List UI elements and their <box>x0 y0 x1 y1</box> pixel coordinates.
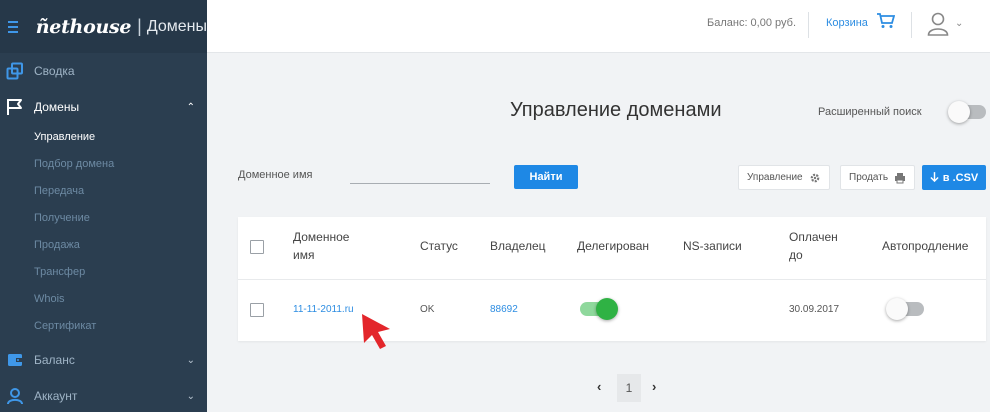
sidebar-item-account[interactable]: Аккаунт ⌄ <box>0 385 207 407</box>
sidebar-item-domains[interactable]: Домены ⌃ <box>0 96 207 118</box>
logo[interactable]: ñethouse <box>36 16 132 38</box>
domain-name-input[interactable] <box>350 164 490 184</box>
find-button[interactable]: Найти <box>514 165 578 189</box>
chevron-up-icon[interactable]: ⌃ <box>187 102 195 113</box>
column-header-paid-line2: до <box>789 248 803 262</box>
sidebar-item-label: Домены <box>34 100 80 114</box>
sidebar-subitem-receive[interactable]: Получение <box>34 212 90 224</box>
sell-button-label: Продать <box>849 172 889 183</box>
divider <box>808 12 809 38</box>
sidebar-subitem-domain-search[interactable]: Подбор домена <box>34 158 114 170</box>
divider <box>238 279 986 280</box>
advanced-search-label: Расширенный поиск <box>818 106 922 118</box>
sidebar-subitem-transfer[interactable]: Трансфер <box>34 266 85 278</box>
sidebar-subitem-manage[interactable]: Управление <box>34 131 95 143</box>
row-checkbox[interactable] <box>250 303 264 317</box>
chevron-down-icon[interactable]: ⌄ <box>187 391 195 402</box>
sidebar-item-label: Аккаунт <box>34 389 78 403</box>
sidebar-item-summary[interactable]: Сводка <box>0 60 207 82</box>
manage-button[interactable]: Управление <box>738 165 830 190</box>
column-header-status[interactable]: Статус <box>420 237 458 255</box>
sidebar-item-label: Баланс <box>34 353 75 367</box>
balance-text: Баланс: 0,00 руб. <box>707 17 796 29</box>
column-header-delegated[interactable]: Делегирован <box>577 237 649 255</box>
pagination-next[interactable]: › <box>652 379 656 394</box>
autorenew-toggle[interactable] <box>886 298 924 320</box>
user-avatar-icon[interactable] <box>927 12 949 36</box>
domain-link[interactable]: 11-11-2011.ru <box>293 304 354 315</box>
divider <box>911 12 912 38</box>
delegated-toggle[interactable] <box>580 298 618 320</box>
manage-button-label: Управление <box>747 172 803 183</box>
sidebar: ñethouse | Домены Сводка Домены ⌃ Управл… <box>0 0 207 412</box>
column-header-domain-line2: имя <box>293 248 315 262</box>
app-section-title: Домены <box>146 17 207 35</box>
domain-name-label: Доменное имя <box>238 169 313 181</box>
chevron-down-icon[interactable]: ⌄ <box>955 18 963 29</box>
sidebar-header: ñethouse | Домены <box>0 0 207 53</box>
pointer-arrow-icon <box>362 314 390 349</box>
domains-table: Доменное имя Статус Владелец Делегирован… <box>238 217 986 341</box>
wallet-icon <box>8 354 22 366</box>
cart-link[interactable]: Корзина <box>826 17 868 29</box>
column-header-paid-line1: Оплачен <box>789 230 838 244</box>
advanced-search-toggle[interactable] <box>948 101 986 123</box>
select-all-checkbox[interactable] <box>250 240 264 254</box>
user-icon <box>7 388 23 405</box>
status-value: OK <box>420 304 435 315</box>
top-bar: Баланс: 0,00 руб. Корзина ⌄ <box>207 0 990 53</box>
sidebar-subitem-certificate[interactable]: Сертификат <box>34 320 96 332</box>
column-header-domain-line1: Доменное <box>293 230 350 244</box>
sell-button[interactable]: Продать <box>840 165 916 190</box>
gear-icon <box>810 173 819 182</box>
column-header-domain[interactable]: Доменное имя <box>293 228 349 264</box>
export-csv-button[interactable]: в .CSV <box>922 165 986 190</box>
sidebar-subitem-whois[interactable]: Whois <box>34 293 65 305</box>
sidebar-item-label: Сводка <box>34 64 75 78</box>
sidebar-item-balance[interactable]: Баланс ⌄ <box>0 349 207 371</box>
column-header-ns[interactable]: NS-записи <box>683 237 742 255</box>
paid-until-value: 30.09.2017 <box>789 304 840 315</box>
logo-separator: | <box>137 16 142 36</box>
sidebar-subitem-transfer-out[interactable]: Передача <box>34 185 84 197</box>
export-csv-label: в .CSV <box>942 171 979 184</box>
pagination-prev[interactable]: ‹ <box>597 379 601 394</box>
owner-link[interactable]: 88692 <box>490 304 518 315</box>
dashboard-icon <box>6 62 23 80</box>
sidebar-subitem-sale[interactable]: Продажа <box>34 239 80 251</box>
page-title: Управление доменами <box>510 99 722 121</box>
column-header-autorenew[interactable]: Автопродление <box>882 237 968 255</box>
chevron-down-icon[interactable]: ⌄ <box>187 355 195 366</box>
download-arrow-icon <box>930 172 939 183</box>
column-header-owner[interactable]: Владелец <box>490 237 546 255</box>
flag-icon <box>7 99 22 115</box>
menu-icon[interactable] <box>8 20 18 33</box>
pagination-current-page[interactable]: 1 <box>617 374 641 402</box>
cart-icon[interactable] <box>877 13 895 29</box>
column-header-paid-until[interactable]: Оплачен до <box>789 228 838 264</box>
printer-icon <box>895 172 906 183</box>
